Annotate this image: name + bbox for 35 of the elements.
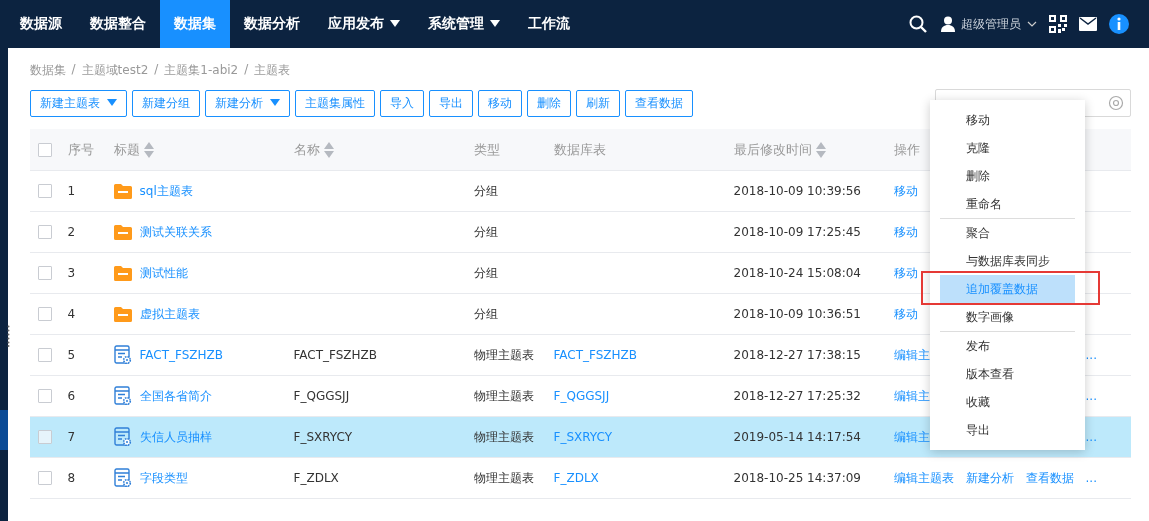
row-number: 2 (67, 225, 76, 239)
table-cell: 物理主题表 (473, 469, 534, 487)
column-header: 类型 (473, 140, 500, 159)
table-cell: 分组 (473, 305, 498, 323)
table-cell: 物理主题表 (473, 346, 534, 364)
row-number: 4 (67, 307, 76, 321)
table-cell: F_QGGSJJ (293, 389, 350, 403)
row-number: 1 (67, 184, 76, 198)
column-header: 数据库表 (553, 140, 606, 159)
table-cell: 2018-10-09 10:36:51 (733, 307, 861, 321)
table-cell: 2018-10-25 14:37:09 (733, 471, 861, 485)
table-cell: FACT_FSZHZB (293, 348, 378, 362)
table-cell: 2018-10-09 17:25:45 (733, 225, 861, 239)
table-cell: 物理主题表 (473, 387, 534, 405)
table-cell: F_ZDLX (293, 471, 339, 485)
row-number: 3 (67, 266, 76, 280)
table-cell: 2018-10-24 15:08:04 (733, 266, 861, 280)
breadcrumb-separator: / (154, 62, 159, 78)
table-cell: F_SXRYCY (293, 430, 353, 444)
table-cell: 分组 (473, 223, 498, 241)
table-cell: 分组 (473, 182, 498, 200)
table-cell: 物理主题表 (473, 428, 534, 446)
table-cell: 2018-12-27 17:38:15 (733, 348, 861, 362)
row-number: 5 (67, 348, 76, 362)
table-cell: 2018-10-09 10:39:56 (733, 184, 861, 198)
table-cell: 分组 (473, 264, 498, 282)
breadcrumb-separator: / (244, 62, 249, 78)
row-number: 6 (67, 389, 76, 403)
column-header: 序号 (67, 140, 94, 159)
table-cell: 2018-12-27 17:25:32 (733, 389, 861, 403)
breadcrumb-separator: / (71, 62, 76, 78)
column-header: 操作 (893, 140, 920, 159)
row-number: 8 (67, 471, 76, 485)
row-number: 7 (67, 430, 76, 444)
table-cell: 2019-05-14 14:17:54 (733, 430, 861, 444)
